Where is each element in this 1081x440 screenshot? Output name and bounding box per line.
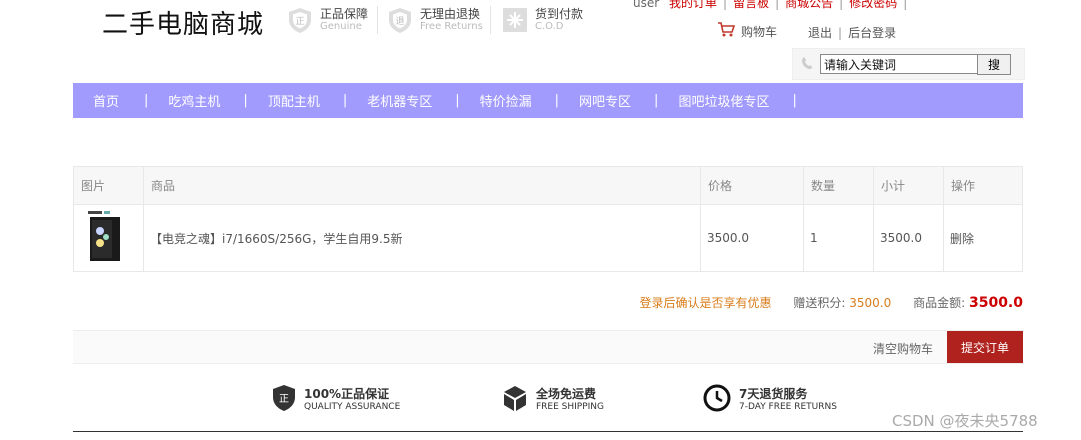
separator: |: [723, 0, 728, 10]
nav-separator: |: [792, 93, 797, 108]
feature-shipping: 全场免运费 FREE SHIPPING: [502, 384, 604, 415]
nav-item-old-machines[interactable]: 老机器专区: [367, 91, 432, 110]
cart-action-bar: 清空购物车 提交订单: [73, 330, 1023, 364]
separator: |: [839, 0, 844, 10]
product-name[interactable]: 【电竞之魂】i7/1660S/256G，学生自用9.5新: [143, 204, 701, 272]
clear-cart-button[interactable]: 清空购物车: [873, 340, 933, 357]
announcement-link[interactable]: 商城公告: [785, 0, 833, 10]
phone-icon: [801, 56, 813, 73]
order-summary: 登录后确认是否享有优惠 赠送积分: 3500.0 商品金额: 3500.0: [640, 294, 1023, 311]
col-header-product: 商品: [143, 166, 701, 205]
feature-title: 全场免运费: [536, 386, 597, 401]
username: user: [633, 0, 660, 10]
nav-item-high-end[interactable]: 顶配主机: [268, 91, 320, 110]
submit-order-button[interactable]: 提交订单: [947, 331, 1023, 363]
genuine-shield-icon: 正: [286, 6, 314, 34]
nav-item-budget[interactable]: 图吧垃圾佬专区: [678, 91, 769, 110]
col-header-action: 操作: [943, 166, 1023, 205]
svg-text:正: 正: [295, 17, 304, 27]
cod-icon: [501, 6, 529, 34]
points-label: 赠送积分:: [793, 296, 846, 310]
logout-link[interactable]: 退出: [808, 26, 832, 40]
divider: [490, 6, 491, 34]
nav-separator: |: [455, 93, 460, 108]
cart-label: 购物车: [741, 24, 778, 39]
badge-title: 正品保障: [320, 7, 369, 21]
badge-genuine: 正 正品保障 Genuine: [286, 3, 368, 37]
product-qty: 1: [803, 204, 874, 272]
change-password-link[interactable]: 修改密码: [849, 0, 897, 10]
svg-text:退: 退: [395, 16, 404, 27]
csdn-watermark: CSDN @夜未央5788: [892, 412, 1038, 430]
top-links: user 我的订单 | 留言板 | 商城公告 | 修改密码 |: [633, 0, 913, 11]
separator: |: [903, 0, 908, 10]
main-nav: 首页 | 吃鸡主机 | 顶配主机 | 老机器专区 | 特价捡漏 | 网吧专区 |…: [73, 83, 1023, 118]
col-header-subtotal: 小计: [873, 166, 944, 205]
feature-title: 100%正品保证: [304, 386, 390, 401]
cart-icon: [718, 22, 736, 40]
delete-link[interactable]: 删除: [943, 204, 1023, 272]
admin-login-link[interactable]: 后台登录: [848, 26, 896, 40]
amount-value: 3500.0: [968, 295, 1023, 311]
col-header-image: 图片: [73, 166, 144, 205]
site-logo[interactable]: 二手电脑商城: [102, 4, 264, 41]
cart-table: 图片 商品 价格 数量 小计 操作 【电竞之魂】i7/1660S/256G，学生…: [73, 166, 1023, 272]
nav-separator: |: [243, 93, 248, 108]
feature-sub: QUALITY ASSURANCE: [304, 401, 401, 412]
login-discount-tip[interactable]: 登录后确认是否享有优惠: [640, 296, 772, 310]
my-orders-link[interactable]: 我的订单: [669, 0, 717, 10]
nav-separator: |: [144, 93, 149, 108]
badge-title: 无理由退换: [420, 7, 481, 21]
badge-sub: Free Returns: [420, 21, 483, 32]
badge-cod: 货到付款 C.O.D: [501, 3, 583, 37]
nav-separator: |: [554, 93, 560, 108]
search-button[interactable]: 搜: [977, 54, 1011, 75]
returns-shield-icon: 退: [386, 6, 414, 34]
feature-sub: FREE SHIPPING: [536, 401, 605, 412]
feature-returns: 7天退货服务 7-DAY FREE RETURNS: [703, 384, 837, 415]
separator: |: [838, 26, 843, 40]
cart-link[interactable]: 购物车: [718, 22, 777, 40]
nav-separator: |: [342, 93, 348, 108]
col-header-qty: 数量: [803, 166, 874, 205]
separator: |: [775, 0, 780, 10]
clock-icon: [703, 384, 731, 415]
box-icon: [502, 384, 528, 415]
badge-sub: C.O.D: [535, 21, 564, 32]
feature-quality: 正 100%正品保证 QUALITY ASSURANCE: [272, 384, 400, 415]
product-subtotal: 3500.0: [873, 204, 944, 272]
search-bar: 搜: [792, 48, 1025, 80]
message-board-link[interactable]: 留言板: [733, 0, 769, 10]
badge-sub: Genuine: [320, 21, 362, 32]
nav-item-chicken-pc[interactable]: 吃鸡主机: [168, 91, 220, 110]
badge-returns: 退 无理由退换 Free Returns: [386, 3, 483, 37]
feature-title: 7天退货服务: [739, 386, 808, 401]
col-header-price: 价格: [700, 166, 804, 205]
nav-item-cafe[interactable]: 网吧专区: [579, 91, 631, 110]
table-row: 【电竞之魂】i7/1660S/256G，学生自用9.5新 3500.0 1 35…: [73, 204, 1023, 272]
divider: [377, 6, 378, 34]
points-value: 3500.0: [849, 296, 892, 310]
nav-separator: |: [654, 93, 659, 108]
footer-divider: [73, 431, 1023, 432]
svg-text:正: 正: [279, 394, 289, 405]
feature-sub: 7-DAY FREE RETURNS: [739, 401, 837, 412]
quality-shield-icon: 正: [272, 384, 296, 415]
account-links: 退出 | 后台登录: [808, 24, 896, 41]
nav-item-home[interactable]: 首页: [93, 91, 119, 110]
amount-label: 商品金额:: [913, 296, 966, 310]
table-header-row: 图片 商品 价格 数量 小计 操作: [73, 166, 1023, 205]
nav-item-bargains[interactable]: 特价捡漏: [480, 91, 532, 110]
product-price: 3500.0: [700, 204, 804, 272]
product-image-cell: [73, 204, 144, 272]
search-input[interactable]: [820, 54, 978, 74]
badge-title: 货到付款: [535, 7, 584, 21]
pc-case-icon[interactable]: [80, 210, 137, 266]
